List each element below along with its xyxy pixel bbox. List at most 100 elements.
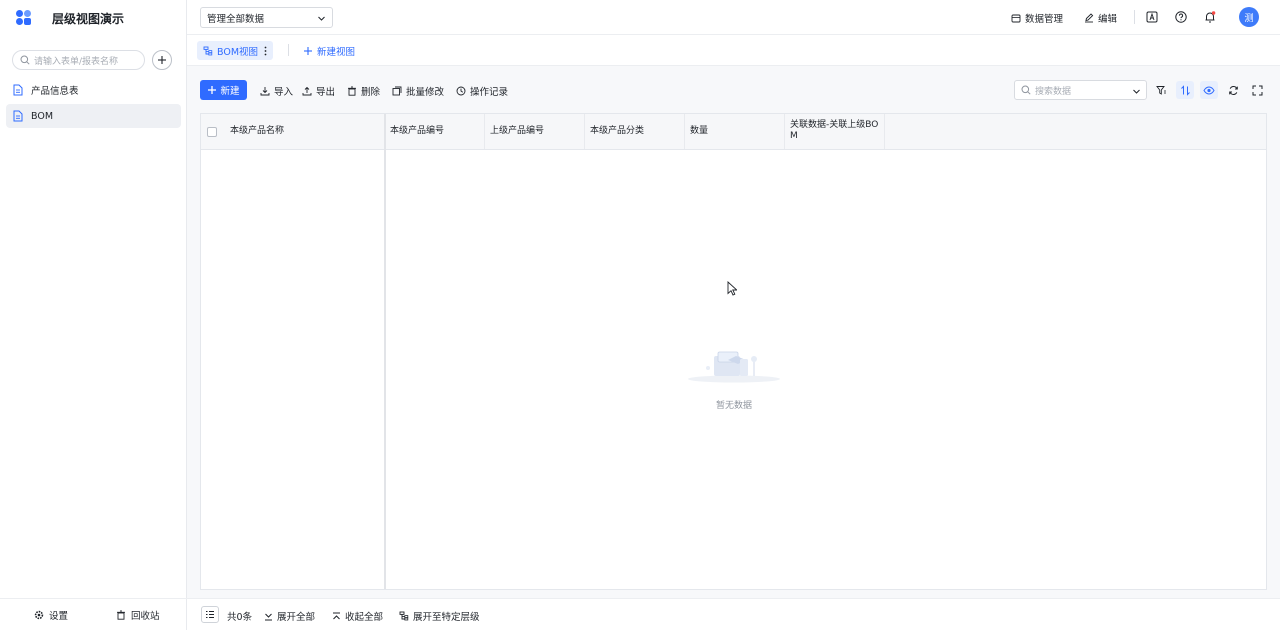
data-manage-button[interactable]: 数据管理 [1011, 11, 1063, 25]
sidebar-footer: 设置 回收站 [0, 598, 187, 630]
sort-icon[interactable] [1176, 81, 1194, 99]
data-manage-label: 数据管理 [1025, 14, 1064, 25]
column-header[interactable]: 本级产品分类 [585, 114, 685, 149]
export-icon [302, 86, 312, 96]
sidebar-item-label: BOM [31, 110, 54, 122]
gear-icon [34, 610, 44, 620]
record-count: 共0条 [227, 612, 253, 623]
database-icon [1011, 13, 1021, 23]
refresh-icon[interactable] [1224, 81, 1242, 99]
column-header[interactable]: 本级产品编号 [385, 114, 485, 149]
translate-icon[interactable] [1145, 10, 1159, 24]
more-vertical-icon[interactable] [264, 46, 267, 56]
delete-button[interactable]: 删除 [347, 84, 380, 98]
collapse-all-button[interactable]: 收起全部 [332, 609, 383, 623]
import-button[interactable]: 导入 [260, 84, 293, 98]
search-icon [20, 55, 30, 65]
sidebar-item-bom[interactable]: BOM [6, 104, 181, 128]
edit-button[interactable]: 编辑 [1084, 11, 1117, 25]
export-button[interactable]: 导出 [302, 84, 335, 98]
divider [288, 44, 289, 56]
operation-log-button[interactable]: 操作记录 [456, 84, 508, 98]
trash-icon [347, 86, 357, 96]
app-title: 层级视图演示 [52, 11, 125, 26]
mouse-cursor-icon [727, 281, 737, 296]
empty-box-icon [684, 346, 784, 386]
new-view-button[interactable]: 新建视图 [303, 44, 355, 58]
batch-edit-label: 批量修改 [406, 87, 445, 98]
avatar[interactable]: 测 [1239, 7, 1259, 27]
eye-icon[interactable] [1200, 81, 1218, 99]
export-label: 导出 [316, 87, 336, 98]
view-tabs-bar: BOM视图 新建视图 [187, 35, 1280, 66]
data-table: 本级产品名称 本级产品编号 上级产品编号 本级产品分类 数量 关联数据-关联上级… [200, 113, 1267, 590]
batch-edit-icon [392, 86, 402, 96]
expand-icon [264, 612, 273, 621]
recycle-bin-label: 回收站 [131, 610, 160, 622]
app-brand: 层级视图演示 [16, 9, 124, 27]
fullscreen-icon[interactable] [1248, 81, 1266, 99]
trash-icon [116, 610, 126, 620]
frozen-column-divider[interactable] [384, 114, 386, 589]
empty-state-text: 暂无数据 [715, 401, 752, 411]
new-view-label: 新建视图 [317, 47, 356, 58]
search-icon [1021, 85, 1031, 95]
sidebar-search-placeholder: 请输入表单/报表名称 [34, 56, 119, 67]
import-label: 导入 [274, 87, 294, 98]
expand-to-level-label: 展开至特定层级 [413, 612, 480, 623]
clock-icon [456, 86, 466, 96]
tree-view-icon [203, 46, 213, 56]
plus-icon [303, 46, 313, 56]
sidebar-item-label: 产品信息表 [31, 86, 79, 97]
divider [1134, 10, 1135, 24]
import-icon [260, 86, 270, 96]
collapse-icon [332, 612, 341, 621]
sidebar: 层级视图演示 请输入表单/报表名称 产品信息表 BOM 设置 回收站 [0, 0, 187, 630]
data-search-placeholder: 搜索数据 [1035, 86, 1072, 97]
data-scope-value: 管理全部数据 [207, 13, 265, 25]
batch-edit-button[interactable]: 批量修改 [392, 84, 444, 98]
empty-state: 暂无数据 [684, 346, 784, 411]
filter-icon[interactable] [1152, 81, 1170, 99]
document-icon [13, 110, 23, 122]
plus-icon [207, 85, 217, 95]
expand-all-button[interactable]: 展开全部 [264, 609, 315, 623]
row-density-toggle[interactable] [201, 606, 219, 623]
add-form-button[interactable] [152, 50, 172, 70]
top-bar: 管理全部数据 数据管理 编辑 测 [187, 0, 1280, 35]
tab-bom-view[interactable]: BOM视图 [197, 41, 274, 60]
list-icon [206, 611, 214, 618]
document-icon [13, 84, 23, 96]
column-header[interactable]: 数量 [685, 114, 785, 149]
column-header[interactable]: 关联数据-关联上级BOM [785, 114, 885, 149]
select-all-checkbox[interactable] [207, 126, 217, 137]
collapse-all-label: 收起全部 [345, 612, 384, 623]
settings-label: 设置 [49, 610, 69, 622]
sidebar-search-input[interactable]: 请输入表单/报表名称 [12, 50, 145, 70]
table-toolbar: 新建 导入 导出 删除 批量修改 操作记录 搜索数据 [200, 80, 1266, 100]
data-scope-select[interactable]: 管理全部数据 [200, 7, 333, 28]
chevron-down-icon [317, 14, 326, 23]
expand-all-label: 展开全部 [277, 612, 316, 623]
tree-view-icon [399, 611, 409, 621]
select-all-cell [201, 114, 225, 149]
new-record-label: 新建 [220, 86, 240, 97]
notification-bell-icon[interactable] [1203, 10, 1217, 24]
help-icon[interactable] [1174, 10, 1188, 24]
column-header[interactable]: 本级产品名称 [225, 114, 385, 149]
expand-to-level-button[interactable]: 展开至特定层级 [399, 609, 480, 623]
app-logo-icon [16, 10, 32, 26]
recycle-bin-button[interactable]: 回收站 [116, 608, 160, 622]
settings-button[interactable]: 设置 [34, 608, 68, 622]
data-search-input[interactable]: 搜索数据 [1014, 80, 1147, 100]
operation-log-label: 操作记录 [470, 87, 509, 98]
plus-icon [158, 56, 166, 64]
tab-label: BOM视图 [217, 46, 259, 58]
sidebar-item-product-info[interactable]: 产品信息表 [6, 78, 181, 102]
new-record-button[interactable]: 新建 [200, 80, 247, 100]
chevron-down-icon [1132, 87, 1141, 96]
edit-icon [1084, 13, 1094, 23]
edit-label: 编辑 [1098, 14, 1118, 25]
column-header[interactable]: 上级产品编号 [485, 114, 585, 149]
delete-label: 删除 [361, 87, 381, 98]
